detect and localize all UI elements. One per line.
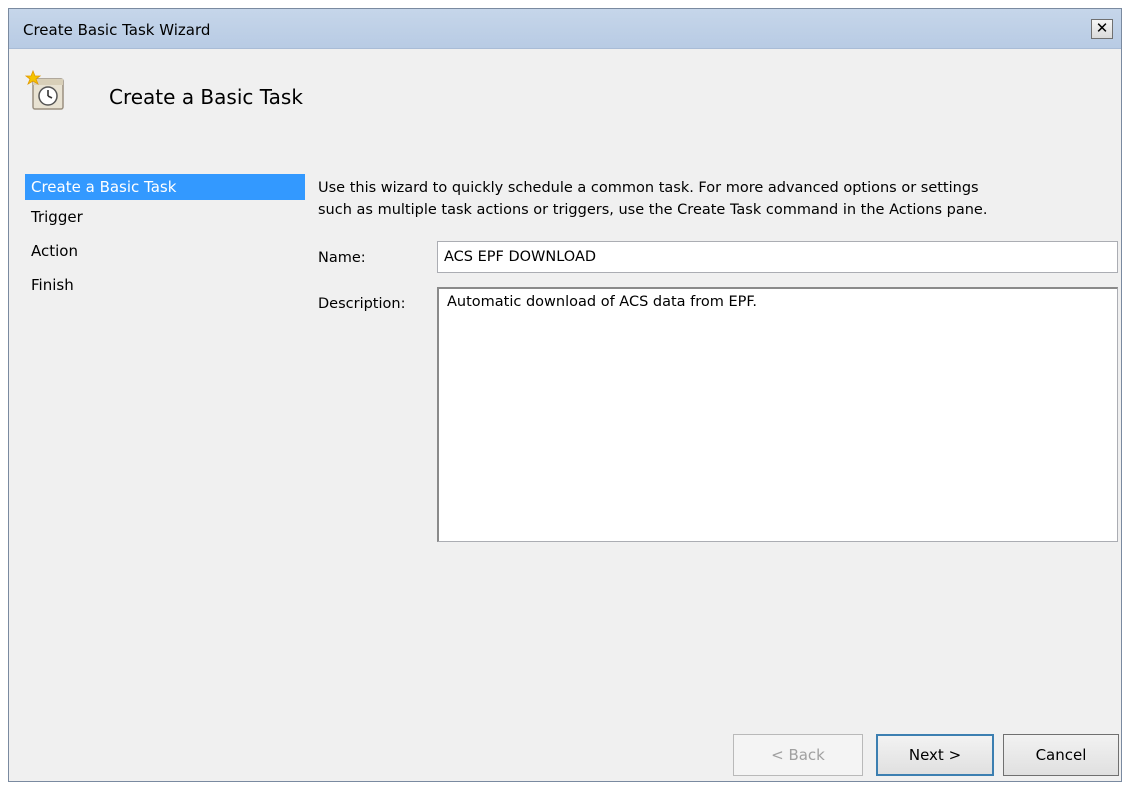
step-action[interactable]: Action [25, 238, 305, 272]
step-create-basic-task[interactable]: Create a Basic Task [25, 174, 305, 200]
name-label: Name: [318, 250, 366, 266]
name-input[interactable] [437, 241, 1118, 273]
intro-line-2: such as multiple task actions or trigger… [318, 202, 988, 218]
page-title: Create a Basic Task [109, 85, 303, 109]
next-button[interactable]: Next > [876, 734, 994, 776]
description-label: Description: [318, 296, 406, 312]
description-textarea[interactable]: Automatic download of ACS data from EPF. [437, 287, 1118, 542]
close-button[interactable]: ✕ [1091, 19, 1113, 39]
wizard-content: Use this wizard to quickly schedule a co… [318, 174, 1118, 542]
step-trigger[interactable]: Trigger [25, 204, 305, 238]
wizard-header: Create a Basic Task [9, 49, 1121, 167]
back-button[interactable]: < Back [733, 734, 863, 776]
wizard-steps-nav: Create a Basic Task Trigger Action Finis… [25, 174, 305, 306]
cancel-button[interactable]: Cancel [1003, 734, 1119, 776]
intro-line-1: Use this wizard to quickly schedule a co… [318, 180, 979, 196]
wizard-window: Create Basic Task Wizard ✕ Create a Basi… [8, 8, 1122, 782]
close-icon: ✕ [1095, 19, 1109, 37]
window-title: Create Basic Task Wizard [23, 21, 211, 39]
step-finish[interactable]: Finish [25, 272, 305, 306]
title-bar: Create Basic Task Wizard ✕ [9, 9, 1121, 49]
intro-text: Use this wizard to quickly schedule a co… [318, 177, 1118, 221]
scheduled-task-clock-icon [25, 69, 64, 110]
